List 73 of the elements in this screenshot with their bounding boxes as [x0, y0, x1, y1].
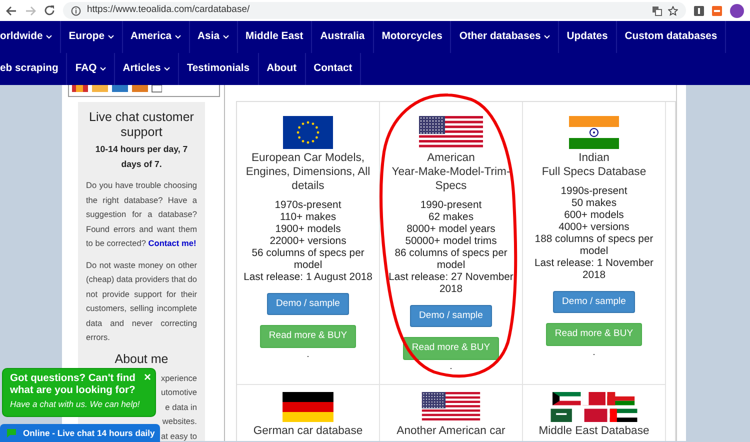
database-stat: 1970s-present: [274, 200, 342, 212]
address-bar[interactable]: https://www.teoalida.com/cardatabase/: [63, 2, 686, 19]
database-stat: Last release: 27 November 2018: [388, 272, 514, 296]
chat-title: Got questions? Can't find what are you looking for?: [10, 373, 136, 396]
database-stat: 1900+ models: [274, 224, 342, 236]
database-title: German car database: [253, 424, 363, 438]
nav-link[interactable]: Australia: [312, 21, 374, 53]
database-title: Another American car: [396, 424, 506, 438]
database-stat: 50 makes: [570, 198, 618, 210]
nav-link[interactable]: Other databases: [451, 21, 559, 53]
sidebar-paragraph: Do not waste money on other (cheap) data providers that do not provide support for their customers, selling incomplete data and never correcting errors.: [86, 258, 197, 344]
nav-link[interactable]: orldwide: [0, 21, 61, 53]
dot-text: .: [306, 348, 310, 358]
chat-subtitle: Have a chat with us. We can help!: [10, 398, 141, 411]
about-text: utomotive: [161, 386, 197, 399]
database-stat: 62 makes: [427, 212, 475, 224]
database-stat: 86 columns of specs per model: [394, 248, 508, 272]
sidebar-heading: Live chat customer support: [88, 110, 195, 140]
demo-button[interactable]: Demo / sample: [267, 293, 349, 316]
demo-button[interactable]: Demo / sample: [410, 305, 492, 328]
nav-link[interactable]: Europe: [60, 21, 123, 53]
dot-text: .: [592, 346, 596, 356]
translate-icon[interactable]: [652, 6, 662, 16]
india-flag-icon: [569, 116, 619, 149]
chat-status: Online - Live chat 14 hours daily: [23, 426, 155, 440]
database-stat: 56 columns of specs per model: [250, 248, 366, 272]
us-flag-icon: [419, 116, 483, 149]
database-title: European Car Models, Engines, Dimensions, All details: [244, 151, 372, 193]
chat-bubble-icon: [6, 428, 17, 438]
url-text: https://www.teoalida.com/cardatabase/: [87, 3, 251, 18]
support-hours: 10-14 hours per day, 7 days of 7.: [94, 143, 189, 171]
nav-link[interactable]: Motorcycles: [374, 21, 452, 53]
chat-bar[interactable]: Online - Live chat 14 hours daily: [0, 424, 160, 442]
database-stat: Last release: 1 November 2018: [534, 258, 654, 282]
database-stat: 1990s-present: [560, 186, 628, 198]
nav-link[interactable]: Updates: [558, 21, 617, 53]
database-stat: 188 columns of specs per model: [534, 234, 654, 258]
database-title: Full Specs Database: [542, 165, 646, 179]
us-flag-icon: [419, 392, 483, 422]
database-title: Middle East Database: [538, 424, 650, 438]
back-icon[interactable]: [6, 6, 17, 16]
about-text: websites.: [162, 415, 197, 428]
database-stat: 8000+ model years: [406, 224, 496, 236]
nav-link[interactable]: Middle East: [238, 21, 312, 53]
database-stat: 4000+ versions: [558, 222, 630, 234]
about-text: xperience: [161, 372, 197, 385]
database-title: Year-Make-Model-Trim-Specs: [390, 165, 512, 193]
about-heading: About me: [114, 352, 170, 366]
database-title: Indian: [578, 151, 610, 165]
database-stat: 22000+ versions: [268, 236, 348, 248]
database-stat: Last release: 1 August 2018: [242, 272, 374, 284]
contact-link[interactable]: Contact me!: [148, 238, 196, 248]
extension-icon[interactable]: [694, 6, 704, 16]
germany-flag-icon: [280, 392, 336, 422]
avatar-icon[interactable]: [730, 4, 744, 18]
about-text: e data in: [165, 400, 197, 414]
about-text: at easy to: [161, 430, 197, 441]
star-icon[interactable]: [668, 6, 678, 16]
database-stat: 50000+ model trims: [404, 236, 498, 248]
database-stat: 110+ makes: [278, 212, 338, 224]
nav-link[interactable]: Asia: [190, 21, 238, 53]
database-stat: 1990-present: [419, 200, 483, 212]
demo-button[interactable]: Demo / sample: [553, 291, 635, 314]
dot-text: .: [450, 360, 452, 370]
nav-link[interactable]: America: [122, 21, 190, 53]
sidebar-paragraph: Do you have trouble choosing the right database? Have a suggestion for a database? Found errors and want them to be corrected? Contact me!: [86, 179, 197, 250]
database-title: American: [426, 151, 476, 165]
nav-link[interactable]: Custom databases: [616, 21, 726, 53]
extension-icon[interactable]: [712, 6, 722, 16]
eu-flag-icon: [283, 116, 333, 149]
database-stat: 600+ models: [563, 210, 625, 222]
info-icon: [71, 6, 81, 16]
reload-icon[interactable]: [44, 5, 55, 16]
